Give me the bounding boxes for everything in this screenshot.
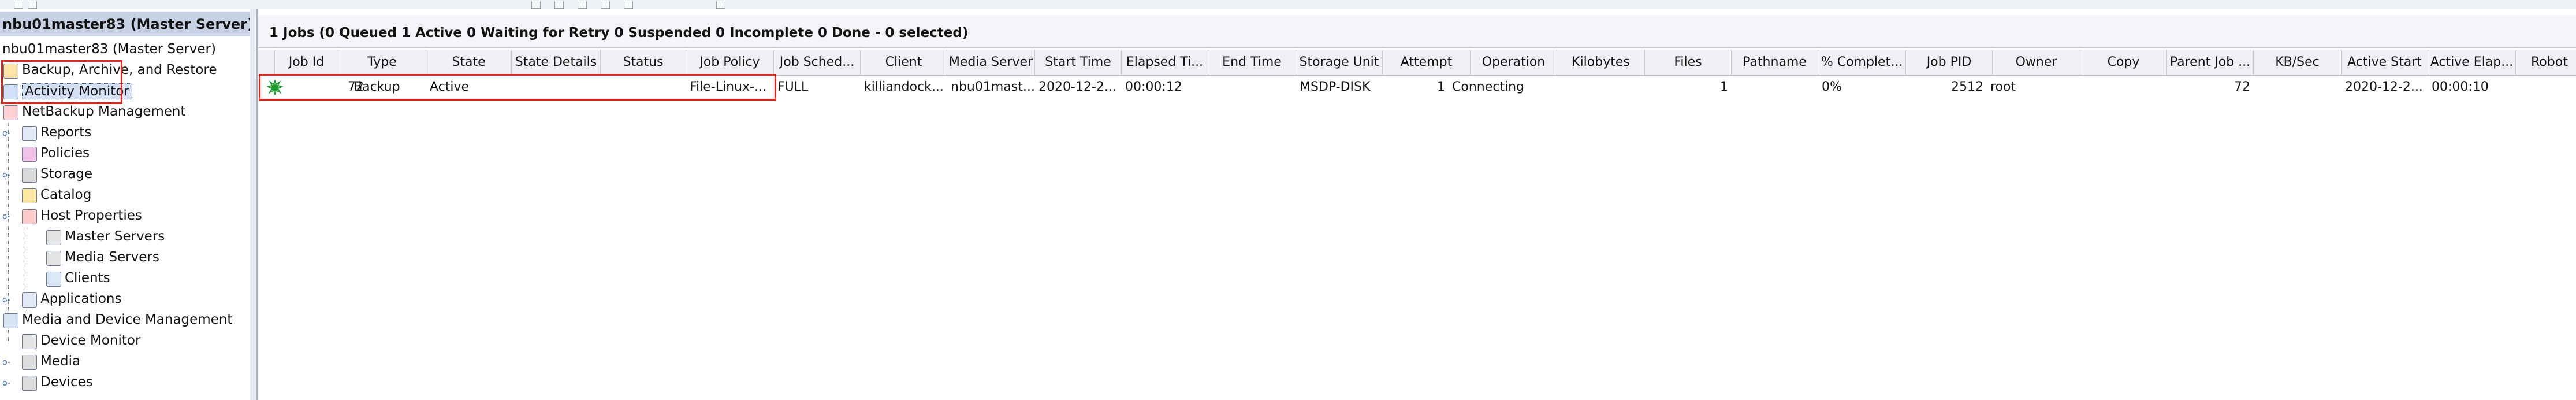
cell-kilobytes [1557,76,1645,98]
column-header-job-schedule[interactable]: Job Sched... [774,50,861,75]
toolbar-button[interactable] [531,1,541,9]
column-header-job-id[interactable]: Job Id [275,50,338,75]
cell-storage-unit: MSDP-DISK [1300,80,1371,94]
client-icon [46,272,61,287]
column-header-robot[interactable]: Robot [2516,50,2576,75]
column-header-state-details[interactable]: State Details [512,50,601,75]
cell-job-pid: 2512 [1951,80,1983,94]
column-header-storage-unit[interactable]: Storage Unit [1296,50,1383,75]
column-header-state[interactable]: State [426,50,512,75]
panel-splitter[interactable] [250,9,256,400]
column-header-active-start[interactable]: Active Start [2342,50,2428,75]
netbackup-management-icon [3,105,18,120]
column-header-elapsed-time[interactable]: Elapsed Ti... [1122,50,1208,75]
column-header-pathname[interactable]: Pathname [1732,50,1818,75]
column-header-kb-sec[interactable]: KB/Sec [2254,50,2342,75]
cell-active-start: 2020-12-2... [2345,80,2423,94]
column-header-start-time[interactable]: Start Time [1035,50,1122,75]
column-header-percent-complete[interactable]: % Complet... [1818,50,1906,75]
cell-operation: Connecting [1452,80,1524,94]
policies-icon [22,147,37,162]
cell-parent-job: 72 [2234,80,2250,94]
column-header-status[interactable]: Status [601,50,686,75]
cell-client: killiandock... [864,80,944,94]
host-properties-icon [22,209,37,224]
column-header-attempt[interactable]: Attempt [1383,50,1471,75]
cell-job-schedule: FULL [777,80,809,94]
column-header-parent-job[interactable]: Parent Job ... [2167,50,2254,75]
tree-header: nbu01master83 (Master Server) [0,12,250,36]
toolbar-button[interactable] [28,1,37,9]
toolbar-button[interactable] [578,1,587,9]
expand-icon[interactable]: o- [2,358,10,366]
media-device-icon [3,313,18,328]
server-icon [46,230,61,245]
cell-files: 1 [1720,80,1728,94]
catalog-icon [22,188,37,203]
applications-icon [22,292,37,308]
storage-icon [22,168,37,183]
devices-icon [22,376,37,391]
server-title: nbu01master83 (Master Server) [2,16,250,32]
expand-icon[interactable]: o- [2,129,10,138]
cell-attempt: 1 [1437,80,1445,94]
column-header-owner[interactable]: Owner [1993,50,2080,75]
jobs-summary-bar: 1 Jobs (0 Queued 1 Active 0 Waiting for … [258,15,2576,48]
collapse-icon[interactable]: o- [2,213,10,221]
expand-icon[interactable]: o- [2,379,10,387]
cell-percent-complete: 0% [1822,80,1842,94]
toolbar-button[interactable] [554,1,564,9]
cell-pathname [1732,76,1818,98]
cell-end-time [1208,76,1296,98]
toolbar-button[interactable] [624,1,633,9]
expand-icon[interactable]: o- [2,171,10,179]
column-header-end-time[interactable]: End Time [1208,50,1296,75]
cell-media-server: nbu01mast... [951,80,1035,94]
cell-elapsed-time: 00:00:12 [1125,80,1182,94]
toolbar-button[interactable] [601,1,610,9]
cell-robot [2516,76,2576,98]
activity-monitor-panel: 1 Jobs (0 Queued 1 Active 0 Waiting for … [256,9,2576,400]
highlight-box [259,74,776,101]
toolbar-button[interactable] [14,1,23,9]
navigation-tree-panel: nbu01master83 (Master Server) nbu01maste… [0,9,250,400]
cell-kb-sec [2254,76,2342,98]
media-icon [22,355,37,370]
media-server-icon [46,251,61,266]
cell-copy [2080,76,2167,98]
column-header-type[interactable]: Type [338,50,426,75]
jobs-summary: 1 Jobs (0 Queued 1 Active 0 Waiting for … [269,25,969,40]
column-header-files[interactable]: Files [1645,50,1732,75]
cell-owner: root [1990,80,2016,94]
column-header-media-server[interactable]: Media Server [947,50,1035,75]
column-header-job-policy[interactable]: Job Policy [686,50,774,75]
expand-icon[interactable]: o- [2,296,10,304]
reports-icon [22,126,37,141]
column-header-operation[interactable]: Operation [1471,50,1557,75]
column-header-copy[interactable]: Copy [2080,50,2167,75]
cell-active-elapsed: 00:00:10 [2432,80,2489,94]
jobs-table-header: Job Id Type State State Details Status J… [258,50,2576,76]
cell-start-time: 2020-12-2... [1038,80,1116,94]
column-header-kilobytes[interactable]: Kilobytes [1557,50,1645,75]
column-header-active-elapsed[interactable]: Active Elap... [2428,50,2516,75]
toolbar [0,0,2576,10]
toolbar-button[interactable] [716,1,725,9]
column-header-icon [258,50,275,75]
column-header-client[interactable]: Client [861,50,947,75]
device-monitor-icon [22,334,37,349]
highlight-box [1,60,122,104]
column-header-job-pid[interactable]: Job PID [1906,50,1993,75]
